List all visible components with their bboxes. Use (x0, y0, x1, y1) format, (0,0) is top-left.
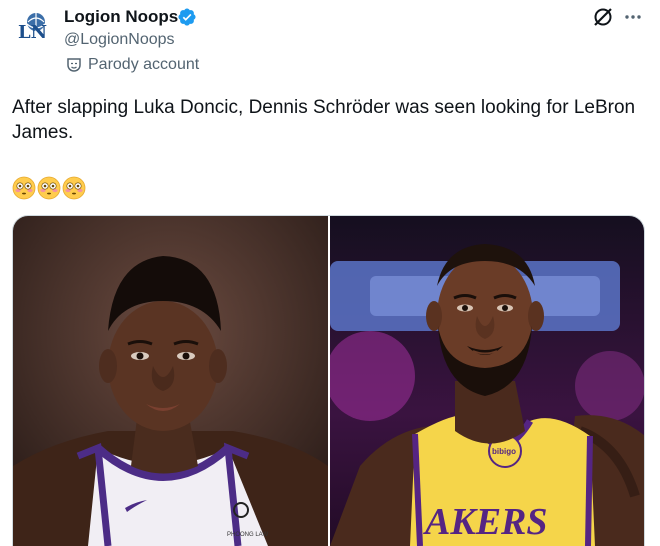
jersey-patch-text: bibigo (492, 447, 516, 456)
avatar[interactable]: LN (14, 8, 54, 48)
photo-left[interactable]: PHOONG LAW (13, 216, 328, 546)
jersey-logo-text: PHOONG LAW (227, 532, 268, 538)
avatar-logo: LN (18, 13, 47, 43)
display-name[interactable]: Logion Noops (64, 6, 178, 28)
flushed-face-icon (12, 176, 36, 200)
parody-mask-icon (67, 58, 81, 72)
parody-label: Parody account (66, 56, 199, 74)
grok-icon[interactable] (592, 6, 614, 28)
handle[interactable]: @LogionNoops (64, 30, 175, 50)
flushed-face-icon (62, 176, 86, 200)
jersey-text: AKERS (423, 501, 548, 543)
more-icon[interactable] (622, 6, 644, 28)
parody-label-text: Parody account (88, 56, 200, 73)
verified-badge-icon (178, 8, 196, 26)
tweet-text: After slapping Luka Doncic, Dennis Schrö… (12, 97, 641, 143)
emoji-row (12, 176, 86, 200)
photo-left-image: PHOONG LAW (13, 216, 328, 546)
flushed-face-icon (37, 176, 61, 200)
avatar-text: LN (18, 22, 47, 43)
photo-right[interactable]: bibigo AKERS (329, 216, 644, 546)
photo-right-image: bibigo AKERS (329, 216, 644, 546)
media-grid: PHOONG LAW bibigo AKERS (12, 215, 645, 546)
